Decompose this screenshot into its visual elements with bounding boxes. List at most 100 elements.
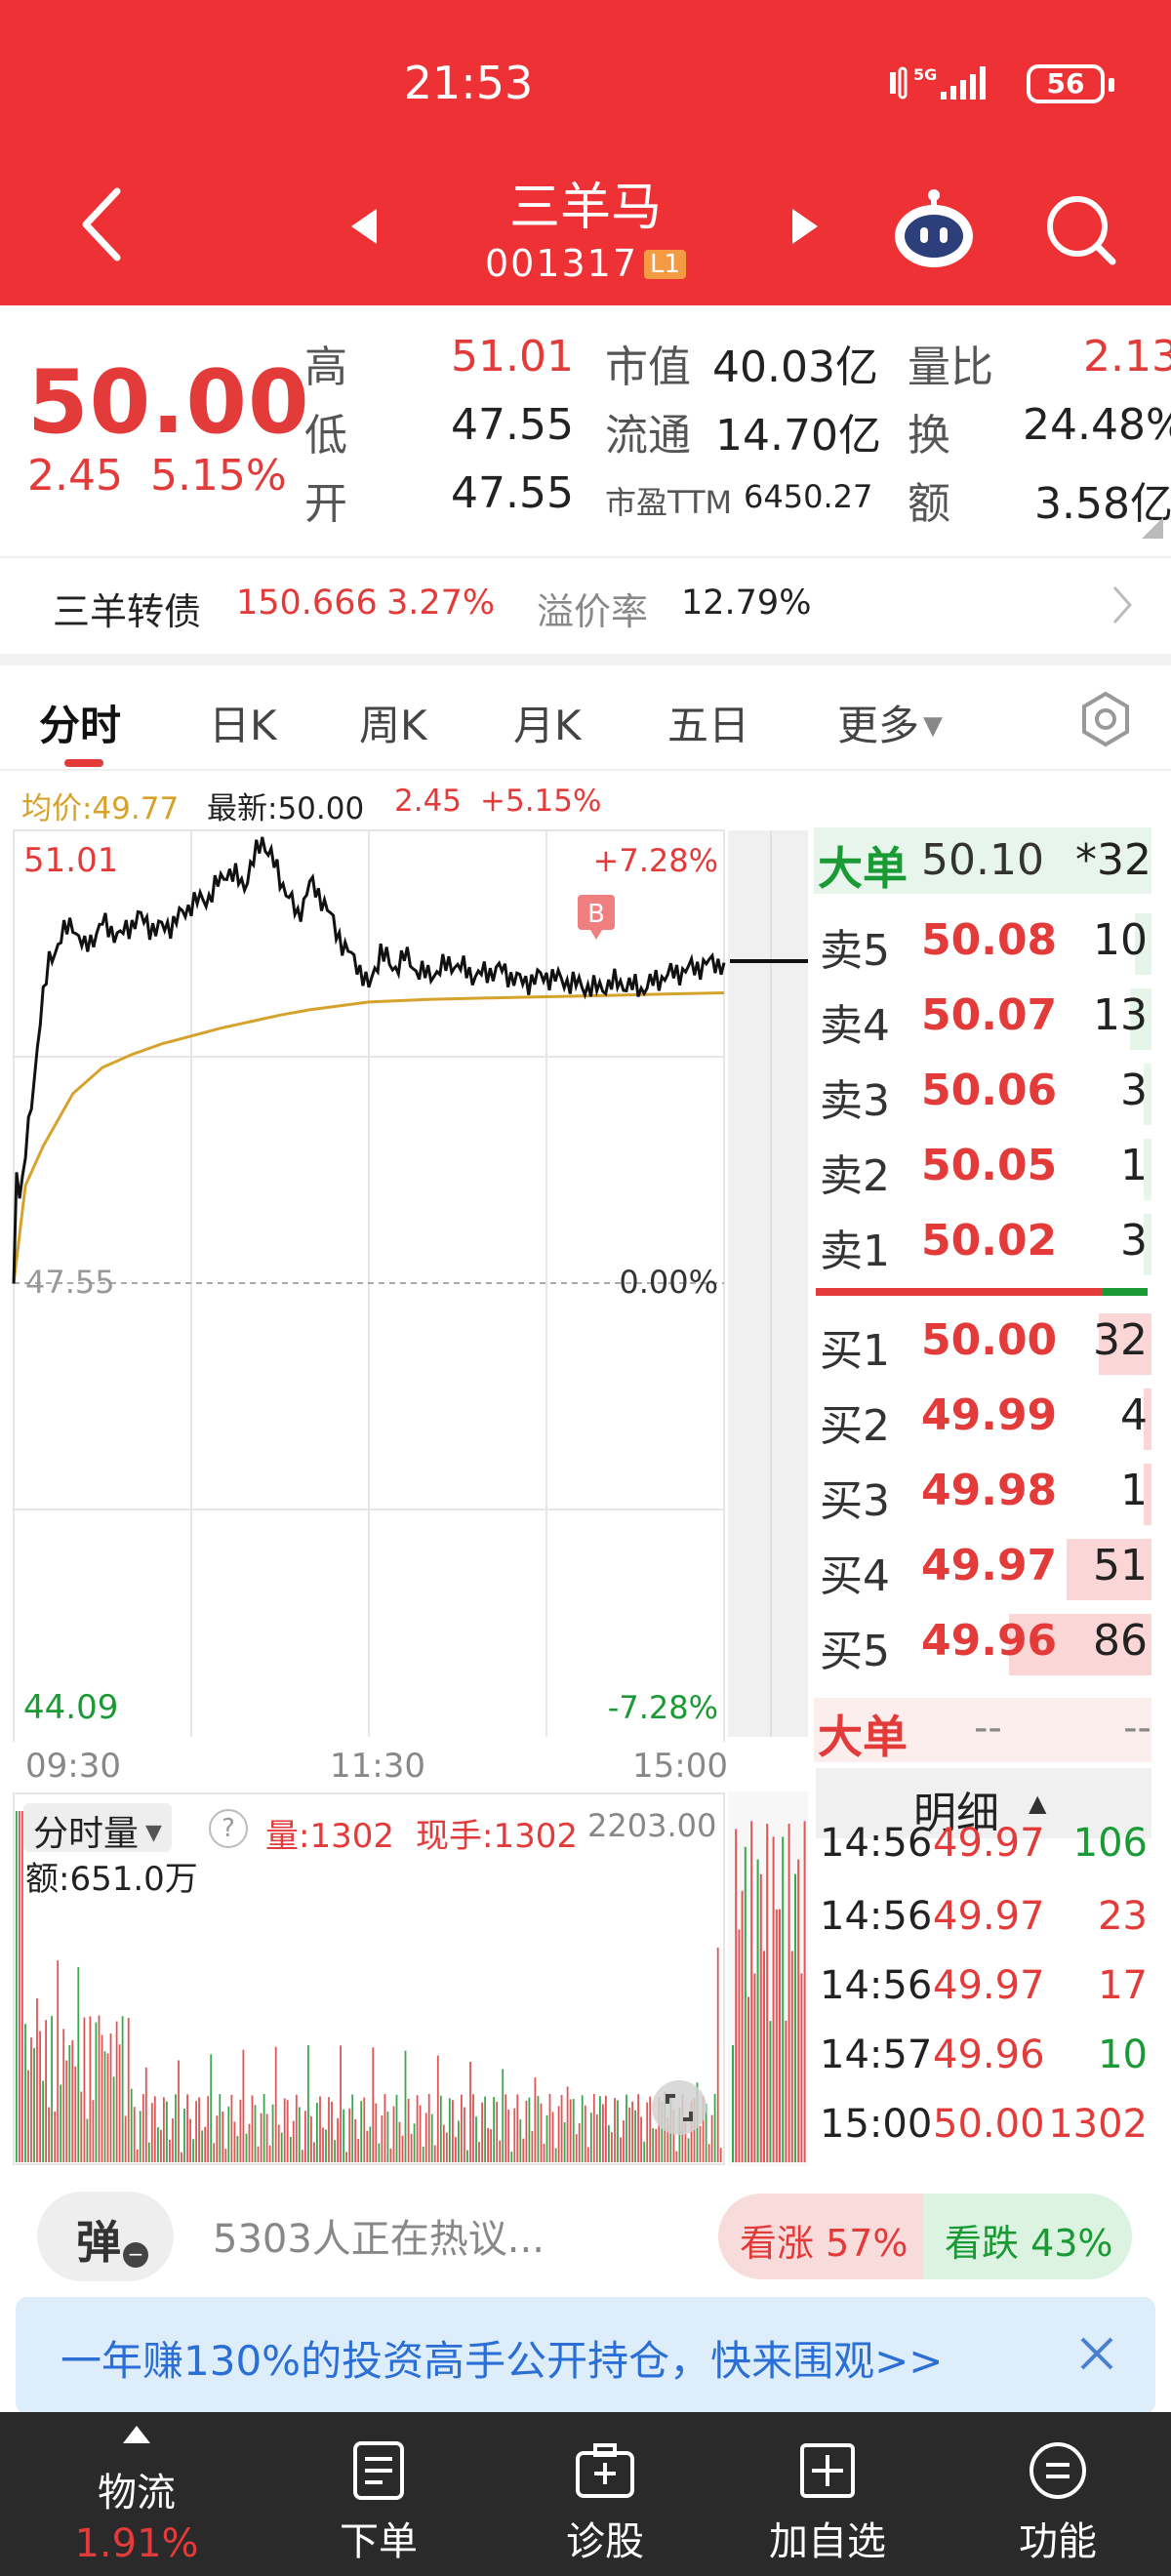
volume-bar [572, 2099, 575, 2162]
price-chart[interactable]: B 51.01 47.55 44.09 +7.28% 0.00% -7.28% [0, 825, 810, 1742]
volume-bar [551, 2112, 554, 2162]
volume-bar [213, 2143, 216, 2162]
price-change-pct: 5.15% [149, 451, 287, 501]
tab-indicator [64, 759, 103, 767]
promo-banner[interactable]: 一年赚130%的投资高手公开持仓，快来围观>> [16, 2297, 1155, 2414]
high-value: 51.01 [451, 332, 574, 382]
volume-bar [608, 2125, 610, 2162]
open-value: 47.55 [451, 468, 574, 518]
nav-diagnose-label: 诊股 [566, 2519, 644, 2564]
tab-more[interactable]: 更多 ▼ [837, 693, 943, 752]
order-book-row[interactable]: 卖5 50.08 10 [814, 906, 1151, 981]
volume-selector[interactable]: 分时量 ▼ [23, 1803, 172, 1854]
nav-add-watch[interactable]: 加自选 [710, 2412, 945, 2576]
nav-order[interactable]: 下单 [262, 2412, 496, 2576]
latest-pct: +5.15% [480, 784, 602, 819]
volume-bar [525, 2101, 528, 2162]
volume-bar [265, 2113, 268, 2162]
volume-bar [331, 2101, 333, 2162]
level-price: 49.97 [921, 1541, 1058, 1590]
volume-bar [747, 1996, 749, 2162]
volume-bar [92, 2100, 95, 2162]
order-book-row[interactable]: 卖3 50.06 3 [814, 1056, 1151, 1131]
price-change-row: 2.45 5.15% [27, 451, 287, 501]
volume-bar [150, 2103, 153, 2162]
volume-bar [422, 2147, 424, 2162]
volume-bar [586, 2147, 589, 2162]
nav-sector[interactable]: 物流 1.91% [20, 2412, 254, 2576]
tab-intraday[interactable]: 分时 [39, 693, 121, 752]
nav-diagnose[interactable]: 诊股 [488, 2412, 722, 2576]
volume-bar [207, 2096, 210, 2162]
fullscreen-icon[interactable] [652, 2080, 707, 2135]
volume-bar [310, 2116, 312, 2162]
order-book-row[interactable]: 卖1 50.02 3 [814, 1206, 1151, 1281]
volume-bar [707, 2144, 710, 2162]
mktcap-value: 40.03亿 [712, 342, 878, 392]
volume-bar [103, 2051, 106, 2162]
tab-daily-k[interactable]: 日K [209, 693, 277, 752]
volume-bar [124, 2115, 127, 2162]
price-change: 2.45 [27, 451, 123, 501]
volume-bar [384, 2094, 386, 2162]
volume-bar [785, 2021, 787, 2162]
search-icon[interactable] [1042, 191, 1120, 269]
tab-five-day[interactable]: 五日 [667, 693, 749, 752]
bull-vote-button[interactable]: 看涨 57% [718, 2194, 923, 2279]
next-stock-icon[interactable] [790, 207, 822, 246]
order-book-row[interactable]: 买5 49.96 86 [814, 1606, 1151, 1681]
volume-bar [343, 2109, 344, 2162]
order-book-row[interactable]: 卖4 50.07 13 [814, 981, 1151, 1056]
volume-bar [366, 2130, 369, 2162]
nav-functions[interactable]: 功能 [941, 2412, 1171, 2576]
help-icon[interactable]: ? [209, 1809, 248, 1848]
level-label: 买3 [820, 1476, 890, 1526]
volume-bar [83, 2017, 86, 2162]
bottom-nav: 物流 1.91% 下单 诊股 加自选 功能 [0, 2412, 1171, 2576]
volume-bar [439, 2095, 442, 2162]
level-volume: 1 [1120, 1141, 1148, 1190]
big-order-2-label: 大单 [818, 1711, 908, 1763]
volume-bar [475, 2116, 477, 2162]
volume-bar [77, 1966, 80, 2162]
time-tick-open: 09:30 [25, 1747, 121, 1786]
tick-time: 14:57 [820, 2033, 933, 2077]
volume-bar [452, 2100, 454, 2162]
bear-vote-button[interactable]: 看跌 43% [923, 2194, 1132, 2279]
order-book-row[interactable]: 买2 49.99 4 [814, 1381, 1151, 1456]
volume-bar [763, 1951, 765, 2162]
discussion-text[interactable]: 5303人正在热议... [213, 2207, 545, 2264]
volume-bar [744, 1846, 747, 2162]
convertible-bond-row[interactable]: 三羊转债 150.666 3.27% 溢价率 12.79% [0, 556, 1171, 650]
volume-bar [334, 2140, 336, 2162]
nav-functions-label: 功能 [1019, 2519, 1097, 2564]
tick-price: 49.97 [933, 1821, 1045, 1866]
tab-weekly-k[interactable]: 周K [359, 693, 427, 752]
volume-bar [484, 2096, 486, 2162]
buy-marker[interactable]: B [578, 895, 615, 940]
avg-price: 均价:49.77 [21, 791, 180, 826]
volume-bar [623, 2120, 625, 2162]
volume-bar [325, 2129, 327, 2162]
pct-mid-label: 0.00% [619, 1264, 718, 1301]
level-label: 卖3 [820, 1076, 890, 1126]
level-label: 卖2 [820, 1151, 890, 1201]
order-book-row[interactable]: 买1 50.00 32 [814, 1306, 1151, 1381]
settings-icon[interactable] [1077, 691, 1134, 747]
order-book-row[interactable]: 买3 49.98 1 [814, 1456, 1151, 1531]
volume-bar [626, 2094, 627, 2162]
tab-monthly-k[interactable]: 月K [513, 693, 582, 752]
volume-bar [274, 2046, 277, 2162]
volume-bar [19, 1811, 20, 2162]
order-book-row[interactable]: 卖2 50.05 1 [814, 1131, 1151, 1206]
order-book-row[interactable]: 买4 49.97 51 [814, 1531, 1151, 1606]
volume-bar [298, 2107, 301, 2162]
volume-bar [369, 2126, 372, 2162]
tick-row: 14:56 49.97 106 [818, 1821, 1150, 1887]
robot-assistant-icon[interactable] [890, 185, 978, 271]
volume-bar [375, 2103, 378, 2162]
top-header: 21:53 5G 56 三羊马 001317 L1 [0, 0, 1171, 305]
close-icon[interactable] [1077, 2334, 1116, 2373]
pe-label: 市盈TTM [605, 484, 733, 521]
danmu-toggle[interactable]: 弹 − [37, 2192, 174, 2281]
